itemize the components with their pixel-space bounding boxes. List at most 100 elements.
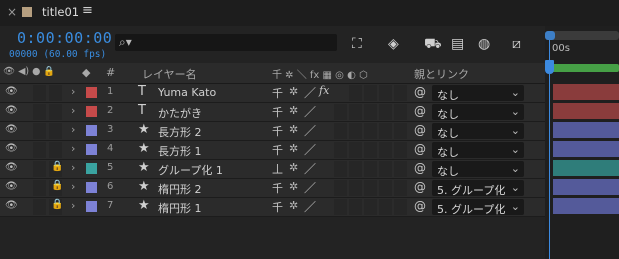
- chevron-right-icon[interactable]: ›: [71, 85, 75, 98]
- layer-track-bar[interactable]: [553, 84, 619, 100]
- chevron-right-icon[interactable]: ›: [71, 142, 75, 155]
- layer-name[interactable]: かたがき: [158, 105, 202, 121]
- composition-flowchart-icon[interactable]: ⛶: [352, 36, 362, 52]
- shy-switch-icon[interactable]: 丄: [272, 161, 283, 177]
- motion-blur-switch[interactable]: [364, 180, 377, 196]
- label-color-swatch[interactable]: [86, 163, 97, 174]
- motion-blur-switch[interactable]: [364, 161, 377, 177]
- effects-switch[interactable]: [334, 180, 347, 196]
- quality-switch-icon[interactable]: ／: [304, 179, 316, 196]
- shy-switch-icon[interactable]: 千: [272, 180, 283, 196]
- label-color-swatch[interactable]: [86, 87, 97, 98]
- 3d-layer-switch[interactable]: [394, 180, 407, 196]
- graph-editor-icon[interactable]: ⧄: [512, 36, 521, 52]
- solo-switch[interactable]: [33, 104, 46, 120]
- 3d-layer-switch[interactable]: [394, 161, 407, 177]
- eye-icon[interactable]: 👁: [5, 105, 18, 116]
- layer-row[interactable]: 👁 🔒 › 7 ★ 楕円形 1 千 ✲ ／ @ 5. グループ化 ⌄: [0, 198, 545, 217]
- eye-icon[interactable]: 👁: [5, 124, 18, 135]
- adjustment-layer-switch[interactable]: [379, 104, 392, 120]
- layer-name[interactable]: Yuma Kato: [158, 86, 216, 99]
- av-features-header-icons[interactable]: 👁 ◀) ● 🔒: [3, 66, 55, 77]
- pick-whip-icon[interactable]: @: [414, 104, 426, 118]
- layer-name[interactable]: 楕円形 2: [158, 181, 202, 197]
- lock-switch[interactable]: [49, 104, 62, 120]
- parent-dropdown[interactable]: なし ⌄: [432, 123, 524, 140]
- layer-name[interactable]: グループ化 1: [158, 162, 223, 178]
- 3d-layer-switch[interactable]: [394, 199, 407, 215]
- label-color-swatch[interactable]: [86, 106, 97, 117]
- layer-row[interactable]: 👁 › 2 T かたがき 千 ✲ ／ @ なし ⌄: [0, 103, 545, 122]
- collapse-switch-icon[interactable]: ✲: [289, 199, 298, 212]
- layer-track-bar[interactable]: [553, 160, 619, 176]
- chevron-right-icon[interactable]: ›: [71, 123, 75, 136]
- 3d-layer-switch[interactable]: [394, 123, 407, 139]
- collapse-switch-icon[interactable]: ✲: [289, 85, 298, 98]
- shy-switch-icon[interactable]: 千: [272, 85, 283, 101]
- solo-switch[interactable]: [33, 142, 46, 158]
- motion-blur-switch[interactable]: [364, 142, 377, 158]
- adjustment-layer-switch[interactable]: [379, 199, 392, 215]
- quality-switch-icon[interactable]: ／: [304, 84, 316, 101]
- layer-track-bar[interactable]: [553, 198, 619, 214]
- lock-icon[interactable]: 🔒: [51, 199, 63, 210]
- draft-3d-icon[interactable]: ◈: [388, 36, 399, 52]
- solo-switch[interactable]: [33, 180, 46, 196]
- layer-track-bar[interactable]: [553, 122, 619, 138]
- current-time-display[interactable]: 0:00:00:00: [17, 29, 112, 47]
- frame-blend-switch[interactable]: [349, 123, 362, 139]
- solo-switch[interactable]: [33, 199, 46, 215]
- chevron-right-icon[interactable]: ›: [71, 180, 75, 193]
- layer-search-input[interactable]: ⌕▾: [115, 34, 337, 51]
- label-color-swatch[interactable]: [86, 144, 97, 155]
- collapse-switch-icon[interactable]: ✲: [289, 104, 298, 117]
- frame-blending-icon[interactable]: ▤: [451, 36, 464, 52]
- eye-icon[interactable]: 👁: [5, 200, 18, 211]
- solo-switch[interactable]: [33, 161, 46, 177]
- parent-dropdown[interactable]: なし ⌄: [432, 161, 524, 178]
- eye-icon[interactable]: 👁: [5, 181, 18, 192]
- time-navigator-bar[interactable]: [545, 31, 619, 40]
- pick-whip-icon[interactable]: @: [414, 123, 426, 137]
- adjustment-layer-switch[interactable]: [379, 161, 392, 177]
- eye-icon[interactable]: 👁: [5, 162, 18, 173]
- lock-icon[interactable]: 🔒: [51, 180, 63, 191]
- motion-blur-switch[interactable]: [364, 85, 377, 101]
- solo-switch[interactable]: [33, 85, 46, 101]
- panel-menu-icon[interactable]: ≡: [82, 3, 93, 18]
- layer-name[interactable]: 長方形 2: [158, 124, 202, 140]
- solo-switch[interactable]: [33, 123, 46, 139]
- lock-switch[interactable]: [49, 123, 62, 139]
- label-header-icon[interactable]: ◆: [82, 66, 90, 79]
- effects-fx-icon[interactable]: fx: [319, 84, 329, 97]
- quality-switch-icon[interactable]: ／: [304, 141, 316, 158]
- layer-row[interactable]: 👁 › 3 ★ 長方形 2 千 ✲ ／ @ なし ⌄: [0, 122, 545, 141]
- pick-whip-icon[interactable]: @: [414, 85, 426, 99]
- lock-icon[interactable]: 🔒: [51, 161, 63, 172]
- pick-whip-icon[interactable]: @: [414, 161, 426, 175]
- quality-switch-icon[interactable]: ／: [304, 160, 316, 177]
- quality-switch-icon[interactable]: ／: [304, 198, 316, 215]
- adjustment-layer-switch[interactable]: [379, 85, 392, 101]
- frame-blend-switch[interactable]: [349, 104, 362, 120]
- pick-whip-icon[interactable]: @: [414, 142, 426, 156]
- quality-switch-icon[interactable]: ／: [304, 103, 316, 120]
- playhead-handle[interactable]: [545, 60, 554, 74]
- layer-row[interactable]: 👁 › 4 ★ 長方形 1 千 ✲ ／ @ なし ⌄: [0, 141, 545, 160]
- motion-blur-icon[interactable]: ◍: [478, 36, 490, 52]
- shy-switch-icon[interactable]: 千: [272, 123, 283, 139]
- time-navigator-handle[interactable]: [545, 31, 555, 40]
- effects-switch[interactable]: [334, 123, 347, 139]
- label-color-swatch[interactable]: [86, 182, 97, 193]
- adjustment-layer-switch[interactable]: [379, 123, 392, 139]
- layer-track-bar[interactable]: [553, 103, 619, 119]
- layer-row[interactable]: 👁 🔒 › 6 ★ 楕円形 2 千 ✲ ／ @ 5. グループ化 ⌄: [0, 179, 545, 198]
- frame-blend-switch[interactable]: [349, 161, 362, 177]
- collapse-switch-icon[interactable]: ✲: [289, 180, 298, 193]
- collapse-switch-icon[interactable]: ✲: [289, 161, 298, 174]
- parent-dropdown[interactable]: なし ⌄: [432, 104, 524, 121]
- close-tab-icon[interactable]: ×: [7, 5, 17, 19]
- parent-link-column-header[interactable]: 親とリンク: [414, 66, 469, 82]
- parent-dropdown[interactable]: 5. グループ化 ⌄: [432, 199, 524, 216]
- parent-dropdown[interactable]: なし ⌄: [432, 142, 524, 159]
